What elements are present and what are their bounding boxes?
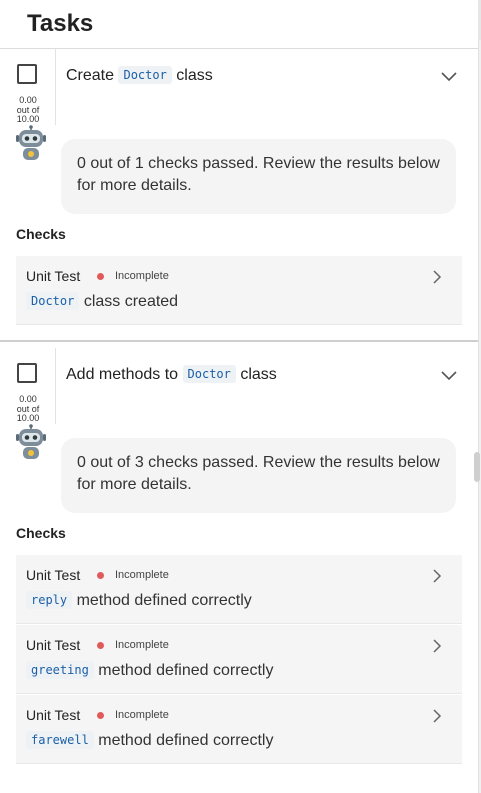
- robot-icon: [16, 125, 46, 160]
- task-title-prefix: Create: [66, 67, 115, 84]
- check-type: Unit Test: [26, 707, 81, 723]
- task-title-code: Doctor: [118, 66, 172, 84]
- task-separator: [0, 340, 478, 342]
- status-badge: Incomplete: [115, 270, 169, 282]
- task-complete-checkbox[interactable]: [17, 363, 37, 383]
- assistant-row: 0 out of 1 checks passed. Review the res…: [0, 125, 478, 219]
- status-dot-icon: [97, 712, 104, 719]
- chevron-right-icon[interactable]: [432, 568, 442, 584]
- chevron-down-icon[interactable]: [440, 367, 458, 385]
- chevron-right-icon[interactable]: [432, 708, 442, 724]
- check-code: greeting: [26, 661, 94, 679]
- task-card: 0.00 out of 10.00 Add methods to Doctor …: [0, 348, 478, 764]
- task-complete-checkbox[interactable]: [17, 64, 37, 84]
- task-card: 0.00 out of 10.00 Create Doctor class 0 …: [0, 49, 478, 340]
- chevron-right-icon[interactable]: [432, 269, 442, 285]
- status-dot-icon: [97, 642, 104, 649]
- status-dot-icon: [97, 572, 104, 579]
- scrollbar-thumb[interactable]: [474, 452, 480, 482]
- check-code: Doctor: [26, 292, 80, 310]
- page-title: Tasks: [27, 10, 94, 37]
- check-summary-bubble: 0 out of 3 checks passed. Review the res…: [61, 438, 456, 513]
- check-text: method defined correctly: [98, 662, 274, 679]
- check-item[interactable]: Unit Test Incomplete greeting method def…: [16, 625, 462, 694]
- task-title-suffix: class: [240, 366, 277, 383]
- check-item[interactable]: Unit Test Incomplete farewell method def…: [16, 695, 462, 764]
- task-title-suffix: class: [176, 67, 213, 84]
- score-max: 10.00: [16, 413, 40, 423]
- task-title: Add methods to Doctor class: [66, 365, 277, 384]
- check-summary-bubble: 0 out of 1 checks passed. Review the res…: [61, 139, 456, 214]
- task-title-code: Doctor: [182, 365, 236, 383]
- check-type: Unit Test: [26, 567, 81, 583]
- task-score: 0.00 out of 10.00: [9, 95, 47, 125]
- divider: [55, 49, 56, 125]
- check-type: Unit Test: [26, 268, 81, 284]
- task-score: 0.00 out of 10.00: [9, 394, 47, 424]
- status-dot-icon: [97, 273, 104, 280]
- assistant-row: 0 out of 3 checks passed. Review the res…: [0, 424, 478, 518]
- check-type: Unit Test: [26, 637, 81, 653]
- check-description: farewell method defined correctly: [26, 731, 274, 750]
- check-item[interactable]: Unit Test Incomplete Doctor class create…: [16, 256, 462, 325]
- chevron-right-icon[interactable]: [432, 638, 442, 654]
- check-code: farewell: [26, 731, 94, 749]
- check-text: method defined correctly: [76, 592, 252, 609]
- check-item[interactable]: Unit Test Incomplete reply method define…: [16, 555, 462, 624]
- check-description: greeting method defined correctly: [26, 661, 274, 680]
- check-description: reply method defined correctly: [26, 591, 252, 610]
- check-description: Doctor class created: [26, 292, 179, 311]
- robot-icon: [16, 424, 46, 459]
- status-badge: Incomplete: [115, 709, 169, 721]
- check-text: method defined correctly: [98, 732, 274, 749]
- task-title: Create Doctor class: [66, 66, 213, 85]
- checks-heading: Checks: [16, 226, 66, 242]
- task-header[interactable]: 0.00 out of 10.00 Add methods to Doctor …: [0, 348, 478, 428]
- divider: [55, 348, 56, 424]
- status-badge: Incomplete: [115, 569, 169, 581]
- score-max: 10.00: [16, 114, 40, 124]
- panel-header: Tasks: [0, 0, 478, 49]
- task-title-prefix: Add methods to: [66, 366, 179, 383]
- task-header[interactable]: 0.00 out of 10.00 Create Doctor class: [0, 49, 478, 129]
- tasks-panel: Tasks 0.00 out of 10.00 Create Doctor cl…: [0, 0, 479, 793]
- status-badge: Incomplete: [115, 639, 169, 651]
- chevron-down-icon[interactable]: [440, 68, 458, 86]
- check-text: class created: [83, 293, 179, 310]
- checks-heading: Checks: [16, 525, 66, 541]
- check-code: reply: [26, 591, 73, 609]
